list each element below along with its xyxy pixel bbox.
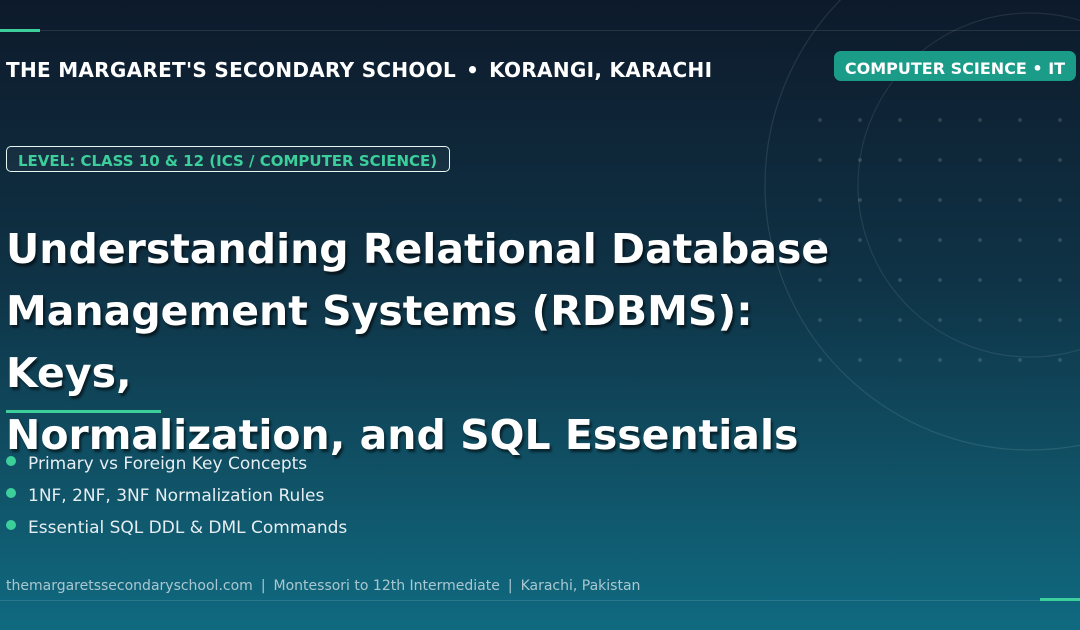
decorative-dot bbox=[1058, 318, 1062, 322]
decorative-dot bbox=[1058, 198, 1062, 202]
header-separator: • bbox=[466, 58, 480, 82]
bullet-dot-icon bbox=[6, 520, 16, 530]
decorative-dot bbox=[978, 238, 982, 242]
school-location: KORANGI, KARACHI bbox=[489, 58, 713, 82]
decorative-dot bbox=[898, 158, 902, 162]
top-rule bbox=[0, 30, 1080, 31]
decorative-dot bbox=[938, 278, 942, 282]
decorative-dot bbox=[978, 118, 982, 122]
decorative-dot bbox=[898, 318, 902, 322]
decorative-dot bbox=[818, 118, 822, 122]
decorative-dot bbox=[1058, 238, 1062, 242]
list-item: Essential SQL DDL & DML Commands bbox=[6, 512, 347, 544]
decorative-dot bbox=[898, 278, 902, 282]
top-accent-bar bbox=[0, 29, 40, 32]
page-title: Understanding Relational Database Manage… bbox=[6, 218, 866, 466]
decorative-dot bbox=[938, 198, 942, 202]
decorative-dot bbox=[1018, 158, 1022, 162]
decorative-dot bbox=[1058, 118, 1062, 122]
list-item: Primary vs Foreign Key Concepts bbox=[6, 448, 347, 480]
title-line-1: Understanding Relational Database bbox=[6, 225, 830, 273]
decorative-dot bbox=[938, 158, 942, 162]
decorative-dot bbox=[1058, 158, 1062, 162]
decorative-dot bbox=[898, 358, 902, 362]
footer-city: Karachi, Pakistan bbox=[520, 578, 641, 594]
decorative-dot bbox=[938, 118, 942, 122]
decorative-dot bbox=[858, 198, 862, 202]
title-underline bbox=[6, 410, 161, 413]
decorative-dot bbox=[1018, 118, 1022, 122]
key-points-list: Primary vs Foreign Key Concepts 1NF, 2NF… bbox=[6, 448, 347, 544]
decorative-dot bbox=[818, 158, 822, 162]
decorative-dot bbox=[938, 238, 942, 242]
decorative-dot bbox=[978, 318, 982, 322]
decorative-dot bbox=[1058, 358, 1062, 362]
title-line-2: Management Systems (RDBMS): Keys, bbox=[6, 287, 753, 397]
bottom-accent-bar bbox=[1040, 598, 1080, 601]
decorative-dot bbox=[978, 158, 982, 162]
decorative-dot bbox=[858, 118, 862, 122]
decorative-dot bbox=[898, 238, 902, 242]
decorative-dot bbox=[978, 278, 982, 282]
bottom-rule bbox=[0, 600, 1080, 601]
decorative-dot bbox=[1018, 198, 1022, 202]
footer: themargaretssecondaryschool.com | Montesso… bbox=[6, 578, 640, 594]
footer-separator: | bbox=[507, 578, 513, 594]
list-item: 1NF, 2NF, 3NF Normalization Rules bbox=[6, 480, 347, 512]
decorative-dot bbox=[938, 318, 942, 322]
level-badge: LEVEL: CLASS 10 & 12 (ICS / COMPUTER SCI… bbox=[6, 146, 451, 172]
bullet-dot-icon bbox=[6, 456, 16, 466]
decorative-dot bbox=[1018, 318, 1022, 322]
decorative-dot bbox=[1058, 278, 1062, 282]
bullet-dot-icon bbox=[6, 488, 16, 498]
footer-separator: | bbox=[260, 578, 266, 594]
decorative-dot bbox=[898, 118, 902, 122]
decorative-dot bbox=[1018, 358, 1022, 362]
school-name: THE MARGARET'S SECONDARY SCHOOL bbox=[6, 58, 457, 82]
subject-badge: COMPUTER SCIENCE • IT bbox=[834, 51, 1076, 81]
school-header: THE MARGARET'S SECONDARY SCHOOL • KORANGI,… bbox=[6, 58, 712, 82]
decorative-dot bbox=[898, 198, 902, 202]
decorative-dot bbox=[978, 198, 982, 202]
decorative-dot bbox=[978, 358, 982, 362]
decorative-dot bbox=[938, 358, 942, 362]
footer-range: Montessori to 12th Intermediate bbox=[273, 578, 500, 594]
decorative-dot bbox=[858, 158, 862, 162]
decorative-dot bbox=[818, 198, 822, 202]
list-item-label: Primary vs Foreign Key Concepts bbox=[28, 454, 308, 474]
decorative-dot bbox=[1018, 238, 1022, 242]
footer-website: themargaretssecondaryschool.com bbox=[6, 578, 253, 594]
list-item-label: 1NF, 2NF, 3NF Normalization Rules bbox=[28, 486, 325, 506]
list-item-label: Essential SQL DDL & DML Commands bbox=[28, 518, 348, 538]
decorative-dot bbox=[1018, 278, 1022, 282]
